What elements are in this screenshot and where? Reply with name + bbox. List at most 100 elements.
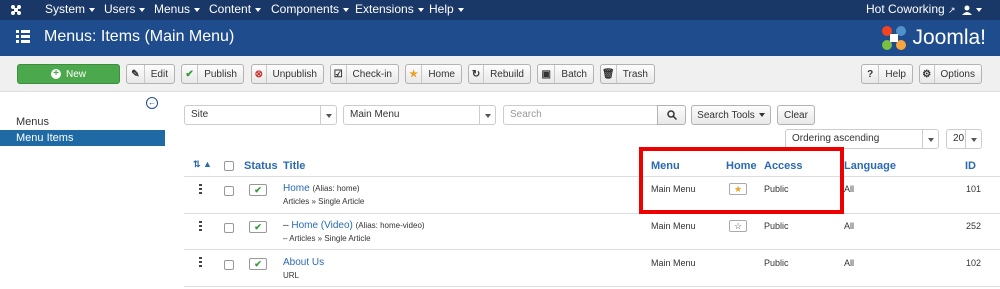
- sidebar-toggle-icon[interactable]: ←: [146, 97, 158, 109]
- item-language: All: [844, 258, 855, 268]
- search-icon: [666, 110, 677, 120]
- nav-help[interactable]: Help: [429, 0, 464, 20]
- item-type: URL: [283, 271, 300, 280]
- search-tools-button[interactable]: Search Tools: [691, 105, 771, 125]
- row-divider: [184, 249, 1000, 250]
- sidebar-item-menus[interactable]: Menus: [0, 114, 165, 130]
- caret-down-icon: [139, 7, 146, 12]
- publish-button[interactable]: ✔ Publish: [181, 64, 244, 84]
- caret-down-icon: [194, 7, 201, 12]
- column-status[interactable]: Status: [244, 160, 278, 172]
- nav-components[interactable]: Components: [271, 0, 350, 20]
- drag-handle-icon[interactable]: [199, 221, 202, 231]
- page-header: Menus: Items (Main Menu) Joomla!: [0, 20, 1000, 56]
- search-button[interactable]: [657, 105, 686, 125]
- row-checkbox[interactable]: [224, 186, 234, 196]
- gear-icon: ⚙: [920, 65, 935, 83]
- page-title: Menus: Items (Main Menu): [44, 28, 235, 45]
- sort-ordering-icon[interactable]: ⇅ ▲: [193, 159, 212, 170]
- home-set-star-icon[interactable]: ☆: [729, 220, 747, 232]
- chevron-down-icon: [965, 130, 981, 148]
- batch-button[interactable]: ▣ Batch: [537, 64, 594, 84]
- caret-down-icon: [89, 7, 96, 12]
- checkin-button[interactable]: ☑ Check-in: [330, 64, 399, 84]
- item-title-link[interactable]: – Home (Video) (Alias: home-video): [283, 220, 425, 231]
- item-title-link[interactable]: Home (Alias: home): [283, 183, 360, 194]
- limit-select[interactable]: 20: [946, 129, 982, 149]
- options-button[interactable]: ⚙ Options: [919, 64, 982, 84]
- chevron-down-icon: [479, 106, 495, 124]
- trash-button[interactable]: 🗑 Trash: [600, 64, 655, 84]
- published-status-icon[interactable]: ✔: [249, 184, 267, 196]
- unpublish-icon: ⊗: [252, 65, 267, 83]
- column-id[interactable]: ID: [965, 160, 976, 172]
- item-id: 102: [966, 258, 982, 268]
- column-language[interactable]: Language: [844, 160, 896, 172]
- batch-icon: ▣: [538, 65, 556, 83]
- item-type: – Articles » Single Article: [283, 234, 371, 243]
- check-icon: ✔: [182, 65, 199, 83]
- nav-users[interactable]: Users: [104, 0, 146, 20]
- menu-select[interactable]: Main Menu: [343, 105, 496, 125]
- nav-content[interactable]: Content: [209, 0, 262, 20]
- search-input[interactable]: Search: [503, 105, 658, 125]
- edit-icon: ✎: [127, 65, 145, 83]
- item-type: Articles » Single Article: [283, 197, 365, 206]
- drag-handle-icon[interactable]: [199, 257, 202, 267]
- drag-handle-icon[interactable]: [199, 184, 202, 194]
- caret-down-icon: [457, 7, 464, 12]
- nav-menus[interactable]: Menus: [154, 0, 201, 20]
- ordering-select[interactable]: Ordering ascending: [785, 129, 939, 149]
- item-title-link[interactable]: About Us: [283, 257, 324, 268]
- trash-icon: 🗑: [601, 65, 617, 83]
- joomla-logo-icon[interactable]: [10, 4, 22, 16]
- question-icon: ?: [862, 65, 880, 83]
- item-id: 252: [966, 221, 982, 231]
- item-access: Public: [764, 258, 789, 268]
- refresh-icon: ↻: [469, 65, 485, 83]
- row-checkbox[interactable]: [224, 223, 234, 233]
- rebuild-button[interactable]: ↻ Rebuild: [468, 64, 531, 84]
- star-icon: ★: [406, 65, 423, 83]
- published-status-icon[interactable]: ✔: [249, 221, 267, 233]
- plus-icon: +: [50, 69, 61, 79]
- chevron-down-icon: [320, 106, 336, 124]
- column-title[interactable]: Title: [283, 160, 305, 172]
- published-status-icon[interactable]: ✔: [249, 258, 267, 270]
- client-select[interactable]: Site: [184, 105, 337, 125]
- row-divider: [184, 176, 1000, 177]
- list-icon: [16, 30, 30, 44]
- item-access: Public: [764, 221, 789, 231]
- item-menu: Main Menu: [651, 258, 696, 268]
- row-divider: [184, 213, 1000, 214]
- toolbar: + New ✎ Edit ✔ Publish ⊗ Unpublish ☑ Check-in…: [0, 56, 1000, 92]
- row-checkbox[interactable]: [224, 260, 234, 270]
- caret-down-icon: [976, 7, 982, 12]
- sidebar: ← Menus Menu Items: [0, 92, 165, 289]
- help-button[interactable]: ? Help: [861, 64, 913, 84]
- joomla-brand: Joomla!: [880, 24, 986, 52]
- sidebar-item-menu-items[interactable]: Menu Items: [0, 130, 165, 146]
- item-id: 101: [966, 184, 982, 194]
- edit-button[interactable]: ✎ Edit: [126, 64, 175, 84]
- nav-system[interactable]: System: [45, 0, 96, 20]
- item-menu: Main Menu: [651, 221, 696, 231]
- highlight-box: [639, 147, 844, 214]
- chevron-down-icon: [922, 130, 938, 148]
- unpublish-button[interactable]: ⊗ Unpublish: [251, 64, 324, 84]
- joomla-wordmark: Joomla!: [912, 26, 986, 49]
- top-navbar: System Users Menus Content Components Ex…: [0, 0, 1000, 20]
- item-language: All: [844, 184, 855, 194]
- new-button[interactable]: + New: [17, 64, 120, 84]
- clear-button[interactable]: Clear: [777, 105, 815, 125]
- caret-down-icon: [758, 113, 765, 117]
- nav-extensions[interactable]: Extensions: [355, 0, 424, 20]
- item-language: All: [844, 221, 855, 231]
- home-button[interactable]: ★ Home: [405, 64, 462, 84]
- caret-down-icon: [255, 7, 262, 12]
- site-link[interactable]: Hot Coworking ↗: [866, 0, 956, 20]
- checkin-icon: ☑: [331, 65, 347, 83]
- user-icon: [962, 5, 972, 15]
- select-all-checkbox[interactable]: [224, 161, 234, 171]
- user-menu[interactable]: [962, 0, 982, 20]
